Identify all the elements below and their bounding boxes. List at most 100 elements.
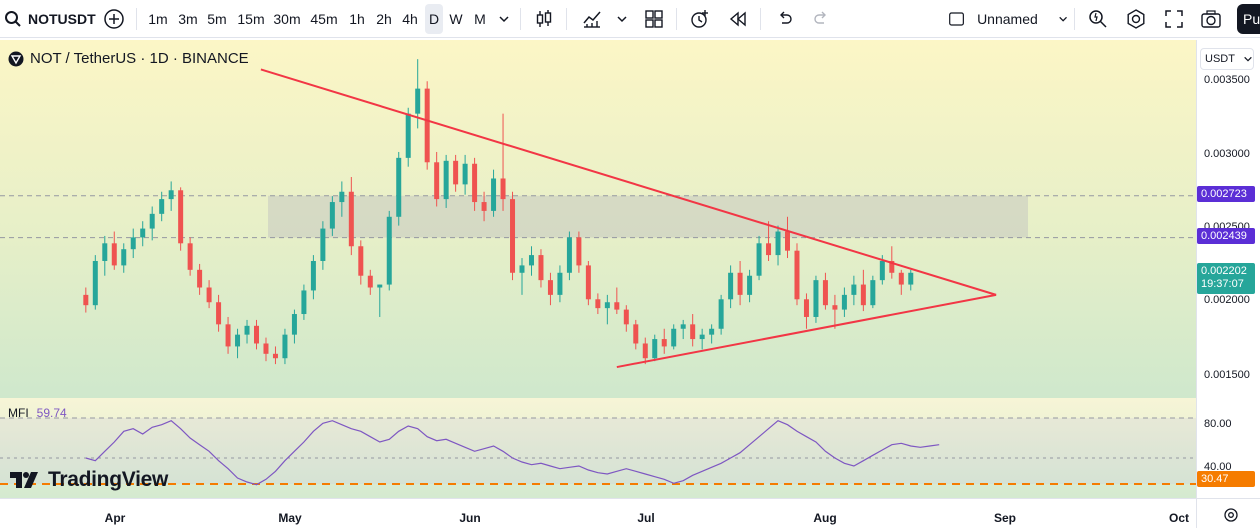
candle-body bbox=[898, 272, 904, 285]
candle-body bbox=[225, 324, 231, 347]
candle[interactable] bbox=[585, 260, 591, 306]
currency-unit-dropdown[interactable]: USDT bbox=[1200, 48, 1254, 70]
layout-templates-button[interactable] bbox=[640, 4, 668, 34]
candle-body bbox=[206, 287, 212, 303]
candle[interactable] bbox=[92, 255, 98, 310]
quick-search-button[interactable] bbox=[1084, 4, 1112, 34]
candle-body bbox=[377, 284, 383, 288]
supply-zone[interactable] bbox=[268, 195, 1028, 238]
toolbar-divider bbox=[1074, 8, 1075, 30]
candle-body bbox=[424, 88, 430, 163]
candle[interactable] bbox=[405, 107, 411, 167]
price-chart-pane[interactable] bbox=[0, 40, 1196, 398]
compare-symbol-button[interactable] bbox=[100, 4, 128, 34]
candle-body bbox=[320, 228, 326, 261]
candle[interactable] bbox=[870, 275, 876, 309]
candle-body bbox=[680, 324, 686, 329]
camera-icon bbox=[1201, 10, 1221, 28]
intervals-dropdown[interactable] bbox=[494, 4, 514, 34]
candle-body bbox=[699, 334, 705, 340]
chart-legend[interactable]: NOT / TetherUS · 1D · BINANCE bbox=[8, 50, 249, 67]
publish-button[interactable]: Pu bbox=[1237, 4, 1260, 34]
mfi-chart[interactable] bbox=[0, 398, 1196, 498]
settings-button[interactable] bbox=[1122, 4, 1150, 34]
candle-body bbox=[111, 243, 117, 266]
candle[interactable] bbox=[424, 81, 430, 170]
interval-d[interactable]: D bbox=[425, 4, 443, 34]
mfi-legend[interactable]: MFI 59.74 bbox=[8, 406, 67, 420]
candle-body bbox=[149, 213, 155, 229]
candle-body bbox=[642, 343, 648, 359]
replay-button[interactable] bbox=[724, 4, 752, 34]
candle-body bbox=[130, 237, 136, 250]
candle-body bbox=[785, 231, 791, 251]
candle-body bbox=[92, 260, 98, 306]
mfi-pane[interactable] bbox=[0, 398, 1196, 498]
candle-body bbox=[822, 280, 828, 306]
candle-body bbox=[756, 243, 762, 276]
interval-w[interactable]: W bbox=[446, 4, 466, 34]
currency-unit-label: USDT bbox=[1205, 53, 1235, 65]
price-tick: 0.003000 bbox=[1204, 148, 1250, 160]
indicators-dropdown[interactable] bbox=[612, 4, 632, 34]
time-label-aug: Aug bbox=[813, 511, 837, 525]
candle-body bbox=[500, 178, 506, 200]
candle-body bbox=[709, 328, 715, 335]
axis-settings-button[interactable] bbox=[1196, 498, 1260, 528]
redo-button[interactable] bbox=[808, 4, 836, 34]
candle[interactable] bbox=[813, 275, 819, 323]
interval-5m[interactable]: 5m bbox=[203, 4, 231, 34]
candle-body bbox=[491, 178, 497, 211]
candle-body bbox=[794, 250, 800, 300]
candle-body bbox=[197, 269, 203, 288]
undo-button[interactable] bbox=[770, 4, 798, 34]
candle-body bbox=[367, 275, 373, 288]
candle-body bbox=[860, 284, 866, 306]
interval-3m[interactable]: 3m bbox=[174, 4, 202, 34]
candle-body bbox=[272, 353, 278, 359]
candle-body bbox=[443, 160, 449, 200]
time-label-apr: Apr bbox=[104, 511, 126, 525]
interval-2h[interactable]: 2h bbox=[371, 4, 397, 34]
interval-1m[interactable]: 1m bbox=[144, 4, 172, 34]
candle-body bbox=[396, 157, 402, 217]
tradingview-logo-icon bbox=[10, 472, 38, 488]
candle-body bbox=[159, 199, 165, 214]
candle[interactable] bbox=[386, 210, 392, 291]
snapshot-button[interactable] bbox=[1197, 4, 1225, 34]
interval-30m[interactable]: 30m bbox=[270, 4, 304, 34]
candles-style-button[interactable] bbox=[530, 4, 558, 34]
candle-body bbox=[737, 272, 743, 295]
candle[interactable] bbox=[718, 294, 724, 335]
fullscreen-button[interactable] bbox=[1160, 4, 1188, 34]
candle[interactable] bbox=[178, 187, 184, 251]
candle-body bbox=[235, 334, 241, 347]
candle[interactable] bbox=[794, 243, 800, 306]
indicators-button[interactable] bbox=[578, 4, 606, 34]
interval-15m[interactable]: 15m bbox=[234, 4, 268, 34]
price-tick: 0.003500 bbox=[1204, 74, 1250, 86]
candle-body bbox=[652, 339, 658, 359]
interval-m[interactable]: M bbox=[469, 4, 491, 34]
last-price-tag: 0.002202 19:37:07 bbox=[1197, 263, 1255, 294]
price-chart[interactable] bbox=[0, 40, 1196, 398]
interval-1h[interactable]: 1h bbox=[344, 4, 370, 34]
gear-icon bbox=[1224, 508, 1238, 522]
candle-body bbox=[803, 299, 809, 317]
interval-45m[interactable]: 45m bbox=[306, 4, 342, 34]
layout-menu-button[interactable]: Unnamed bbox=[944, 4, 1068, 34]
candle-body bbox=[557, 272, 563, 295]
tradingview-logo[interactable]: TradingView bbox=[10, 468, 168, 492]
time-axis[interactable] bbox=[0, 498, 1196, 528]
symbol-search-button[interactable]: NOTUSDT bbox=[4, 4, 100, 34]
candle-body bbox=[766, 243, 772, 256]
alert-button[interactable] bbox=[686, 4, 714, 34]
candle-body bbox=[690, 324, 696, 340]
candle-body bbox=[121, 249, 127, 266]
candle-body bbox=[453, 160, 459, 185]
time-label-oct: Oct bbox=[1168, 511, 1190, 525]
search-icon bbox=[5, 11, 21, 27]
candle[interactable] bbox=[510, 191, 516, 281]
interval-4h[interactable]: 4h bbox=[397, 4, 423, 34]
candle[interactable] bbox=[396, 151, 402, 226]
